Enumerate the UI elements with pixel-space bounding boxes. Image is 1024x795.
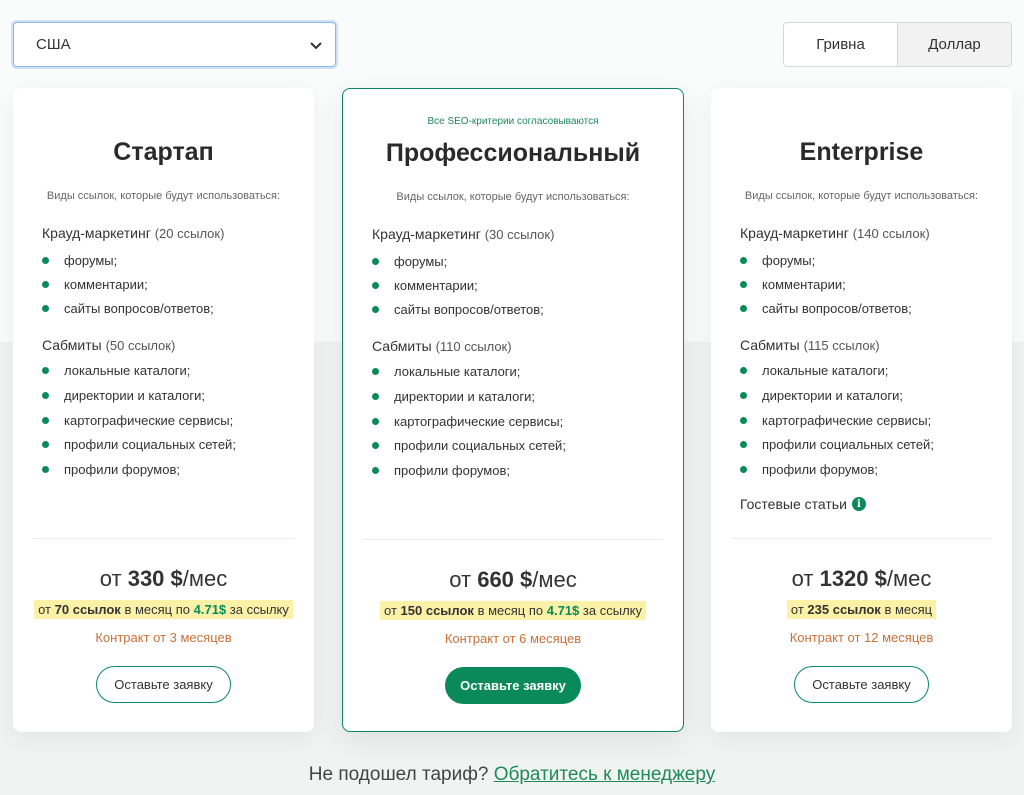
bullet-icon	[372, 418, 379, 425]
plan-card-professional: Все SEO-критерии согласовываются Професс…	[342, 88, 684, 732]
list-item: локальные каталоги;	[42, 363, 190, 378]
plan-subtitle: Виды ссылок, которые будут использоватьс…	[396, 191, 630, 203]
currency-option-uah[interactable]: Гривна	[784, 23, 897, 66]
list-item: комментарии;	[42, 277, 148, 292]
plan-title: Стартап	[113, 138, 214, 166]
bullet-icon	[372, 282, 379, 289]
plan-subtitle: Виды ссылок, которые будут использоватьс…	[46, 190, 281, 202]
per-link-info: от 150 ссылок в месяц по 4.71$ за ссылку	[343, 601, 683, 620]
bullet-icon	[42, 417, 49, 424]
country-select-value: США	[36, 36, 71, 53]
bullet-icon	[372, 393, 379, 400]
plan-price: от 660 $/мес	[449, 567, 577, 592]
bullet-icon	[42, 466, 49, 473]
list-item: локальные каталоги;	[740, 363, 888, 378]
list-item: директории и каталоги;	[740, 388, 903, 403]
submits-title: Сабмиты (110 ссылок)	[372, 338, 512, 354]
plan-title: Профессиональный	[385, 139, 641, 167]
bullet-icon	[42, 392, 49, 399]
request-button[interactable]: Оставьте заявку	[794, 666, 929, 703]
currency-toggle: Гривна Доллар	[783, 22, 1012, 67]
bullet-icon	[42, 367, 49, 374]
divider	[33, 538, 294, 539]
list-item: форумы;	[740, 253, 815, 268]
list-item: профили форумов;	[740, 462, 878, 477]
contract-term: Контракт от 12 месяцев	[789, 630, 934, 645]
guest-posts: Гостевые статьи i	[740, 496, 866, 512]
bullet-icon	[372, 258, 379, 265]
country-select[interactable]: США	[13, 22, 336, 67]
bullet-icon	[740, 392, 747, 399]
bullet-icon	[42, 305, 49, 312]
bullet-icon	[740, 257, 747, 264]
currency-option-usd[interactable]: Доллар	[897, 23, 1011, 66]
bullet-icon	[740, 441, 747, 448]
divider	[731, 538, 992, 539]
plan-card-startup: Стартап Виды ссылок, которые будут испол…	[13, 88, 314, 732]
list-item: комментарии;	[740, 277, 846, 292]
list-item: профили социальных сетей;	[740, 437, 934, 452]
list-item: картографические сервисы;	[372, 414, 563, 429]
bullet-icon	[740, 281, 747, 288]
plan-price: от 330 $/мес	[99, 566, 228, 591]
list-item: картографические сервисы;	[42, 413, 233, 428]
info-icon[interactable]: i	[851, 497, 866, 511]
bullet-icon	[42, 257, 49, 264]
list-item: форумы;	[42, 253, 117, 268]
bullet-icon	[740, 367, 747, 374]
contract-term: Контракт от 3 месяцев	[95, 630, 232, 645]
bullet-icon	[372, 368, 379, 375]
list-item: сайты вопросов/ответов;	[740, 301, 912, 316]
bullet-icon	[42, 281, 49, 288]
list-item: профили форумов;	[372, 463, 510, 478]
bullet-icon	[42, 441, 49, 448]
chevron-down-icon	[310, 41, 322, 49]
list-item: профили социальных сетей;	[42, 437, 236, 452]
bullet-icon	[740, 305, 747, 312]
plan-subtitle: Виды ссылок, которые будут использоватьс…	[744, 190, 979, 202]
bullet-icon	[372, 442, 379, 449]
plan-price: от 1320 $/мес	[791, 566, 932, 591]
list-item: сайты вопросов/ответов;	[372, 302, 544, 317]
list-item: картографические сервисы;	[740, 413, 931, 428]
plan-title: Enterprise	[799, 138, 924, 166]
submits-title: Сабмиты (50 ссылок)	[42, 337, 176, 353]
list-item: профили социальных сетей;	[372, 438, 566, 453]
crowd-title: Крауд-маркетинг (30 ссылок)	[372, 226, 555, 242]
crowd-title: Крауд-маркетинг (20 ссылок)	[42, 225, 225, 241]
plan-note: Все SEO-критерии согласовываются	[427, 116, 599, 127]
request-button[interactable]: Оставьте заявку	[445, 667, 581, 704]
list-item: сайты вопросов/ответов;	[42, 301, 214, 316]
bullet-icon	[372, 306, 379, 313]
divider	[363, 539, 663, 540]
submits-title: Сабмиты (115 ссылок)	[740, 337, 880, 353]
plan-card-enterprise: Enterprise Виды ссылок, которые будут ис…	[711, 88, 1012, 732]
list-item: профили форумов;	[42, 462, 180, 477]
bullet-icon	[372, 467, 379, 474]
list-item: директории и каталоги;	[42, 388, 205, 403]
list-item: локальные каталоги;	[372, 364, 520, 379]
per-link-info: от 235 ссылок в месяц	[711, 600, 1012, 619]
list-item: комментарии;	[372, 278, 478, 293]
request-button[interactable]: Оставьте заявку	[96, 666, 231, 703]
footer-note: Не подошел тариф? Обратитесь к менеджеру	[308, 764, 716, 785]
contact-manager-link[interactable]: Обратитесь к менеджеру	[494, 764, 716, 785]
contract-term: Контракт от 6 месяцев	[444, 631, 582, 646]
bullet-icon	[740, 417, 747, 424]
bullet-icon	[740, 466, 747, 473]
crowd-title: Крауд-маркетинг (140 ссылок)	[740, 225, 930, 241]
list-item: форумы;	[372, 254, 447, 269]
per-link-info: от 70 ссылок в месяц по 4.71$ за ссылку	[13, 600, 314, 619]
list-item: директории и каталоги;	[372, 389, 535, 404]
top-controls: США Гривна Доллар	[0, 0, 1024, 80]
